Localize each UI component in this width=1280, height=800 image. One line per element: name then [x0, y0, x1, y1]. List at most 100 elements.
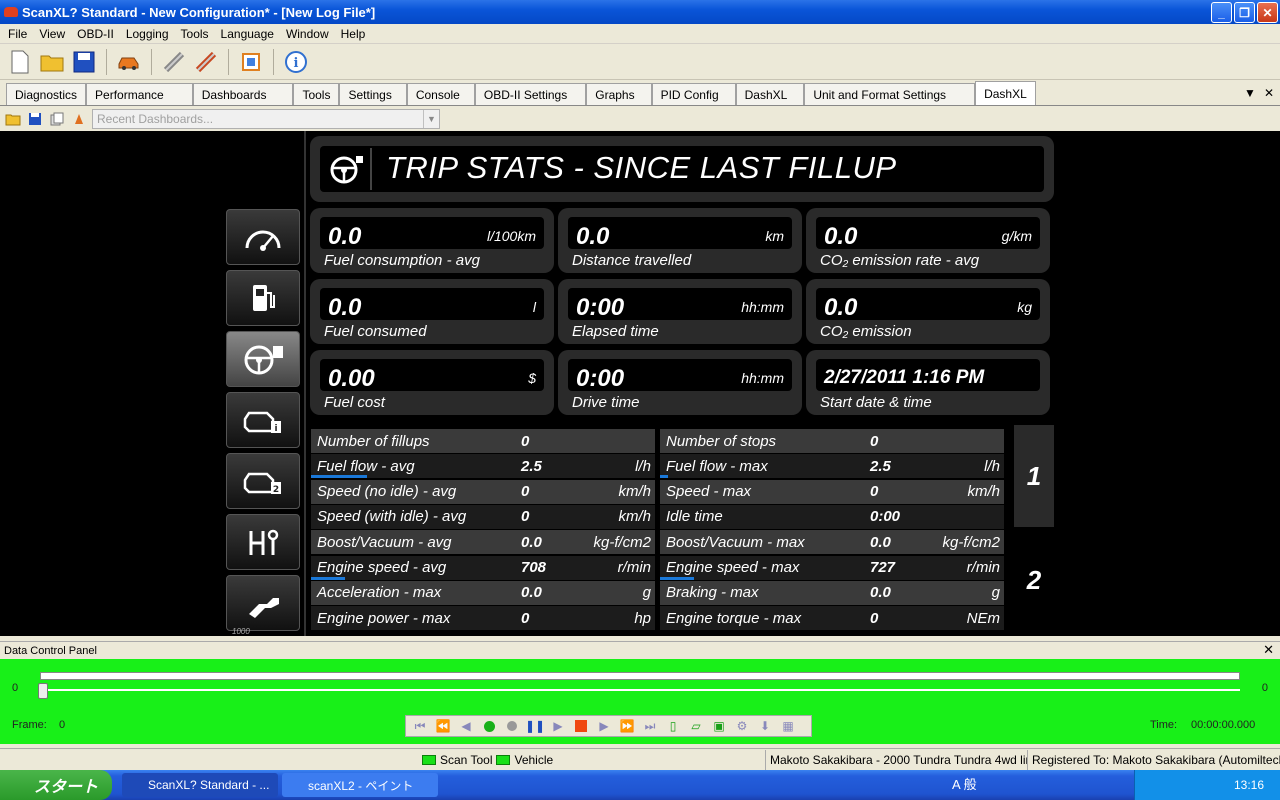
sidebar-engine-2-button[interactable]: 2 [226, 453, 300, 509]
taskbar-item-paint[interactable]: scanXL2 - ペイント [282, 773, 438, 797]
sidebar-gauge-button[interactable] [226, 209, 300, 265]
tab-obd2-settings[interactable]: OBD-II Settings [474, 83, 587, 105]
tab-console[interactable]: Console [406, 83, 475, 105]
sidebar-nozzle-button[interactable] [226, 575, 300, 631]
info-icon[interactable]: i [282, 48, 310, 76]
tab-unit-format-settings[interactable]: Unit and Format Settings [804, 83, 976, 105]
tab-close-icon[interactable]: ✕ [1264, 86, 1274, 100]
tab-graphs[interactable]: Graphs [586, 83, 652, 105]
stat-box: 0.00 $ Fuel cost [310, 350, 554, 415]
right-table-row-indicator-bar [660, 475, 668, 479]
pause-icon[interactable]: ❚❚ [525, 717, 545, 735]
menu-help[interactable]: Help [335, 27, 372, 41]
fit-window-icon[interactable] [237, 48, 265, 76]
vehicle-info: Makoto Sakakibara - 2000 Tundra Tundra 4… [766, 749, 1028, 770]
toolbar-separator [228, 48, 229, 75]
left-table-row-value: 708 [521, 559, 547, 576]
record-green-icon[interactable] [479, 717, 499, 735]
left-table-row-value: 0 [521, 432, 530, 450]
tab-tools[interactable]: Tools [293, 83, 340, 105]
recent-dashboards-select[interactable]: Recent Dashboards... ▼ [92, 109, 440, 129]
page-1-button[interactable]: 1 [1014, 425, 1054, 527]
connect-icon[interactable] [160, 48, 188, 76]
restore-button[interactable]: ❐ [1234, 2, 1255, 23]
stat-value-field: 0:00 hh:mm [568, 288, 792, 321]
tab-controls: ▼ ✕ [1244, 86, 1274, 100]
left-table-row-label: Speed (no idle) - avg [317, 483, 457, 501]
right-table-row-label: Fuel flow - max [666, 457, 768, 475]
tab-dashxl-active[interactable]: DashXL [975, 81, 1036, 105]
export-log-icon[interactable]: ⬇ [755, 717, 775, 735]
clock[interactable]: 13:16 [1234, 778, 1264, 792]
stat-value: 0.0 [824, 294, 858, 321]
new-log-icon[interactable]: ▯ [663, 717, 683, 735]
menu-tools[interactable]: Tools [175, 27, 215, 41]
sidebar-fuel-button[interactable] [226, 270, 300, 326]
tab-dashboards[interactable]: Dashboards [192, 83, 294, 105]
tab-diagnostics[interactable]: Diagnostics [6, 83, 87, 105]
record-icon[interactable] [502, 717, 522, 735]
fast-rewind-icon[interactable]: ⏪ [433, 717, 453, 735]
tab-performance[interactable]: Performance [86, 83, 193, 105]
menu-file[interactable]: File [2, 27, 33, 41]
grid-icon[interactable]: ▦ [778, 717, 798, 735]
right-table-row-value: 0.0 [870, 584, 891, 602]
close-icon[interactable]: ✕ [1263, 642, 1274, 658]
taskbar-item-scanxl[interactable]: ScanXL? Standard - ... [122, 773, 278, 797]
frame-label: Frame: [12, 719, 47, 731]
left-table-row-value: 2.5 [521, 457, 542, 475]
copy-dashboard-icon[interactable] [48, 110, 66, 128]
open-dashboard-icon[interactable] [4, 110, 22, 128]
minimize-button[interactable]: _ [1211, 2, 1232, 23]
disconnect-icon[interactable] [192, 48, 220, 76]
tab-settings[interactable]: Settings [339, 83, 407, 105]
range-track[interactable] [40, 672, 1240, 680]
log-settings-icon[interactable]: ⚙ [732, 717, 752, 735]
chevron-down-icon[interactable]: ▼ [423, 110, 439, 128]
sidebar-engine-info-button[interactable]: i [226, 392, 300, 448]
stop-icon[interactable] [571, 717, 591, 735]
position-slider-thumb[interactable] [38, 683, 48, 699]
menu-view[interactable]: View [33, 27, 71, 41]
open-folder-icon[interactable] [38, 48, 66, 76]
fast-forward-icon[interactable]: ⏩ [617, 717, 637, 735]
vehicle-icon[interactable] [115, 48, 143, 76]
skip-end-icon[interactable]: ⏭ [640, 717, 660, 735]
page-2-button[interactable]: 2 [1014, 529, 1054, 631]
taskbar-item-scanxl-label: ScanXL? Standard - ... [148, 778, 270, 792]
left-table-row-unit: km/h [618, 508, 651, 526]
left-table-row: Fuel flow - avg 2.5 l/h [311, 454, 655, 479]
tab-dashxl[interactable]: DashXL [735, 83, 805, 105]
menu-language[interactable]: Language [215, 27, 280, 41]
scan-tool-label: Scan Tool [440, 752, 493, 767]
menu-logging[interactable]: Logging [120, 27, 175, 41]
stat-value-field: 0:00 hh:mm [568, 359, 792, 392]
tab-pid-config[interactable]: PID Config [651, 83, 736, 105]
fuel-pump-icon [253, 285, 275, 311]
stat-box: 2/27/2011 1:16 PM Start date & time [806, 350, 1050, 415]
menu-window[interactable]: Window [280, 27, 335, 41]
stat-unit: hh:mm [741, 299, 784, 315]
step-forward-icon[interactable]: ▶ [594, 717, 614, 735]
menu-obd2[interactable]: OBD-II [71, 27, 120, 41]
sidebar-gear-button[interactable] [226, 514, 300, 570]
open-log-icon[interactable]: ▱ [686, 717, 706, 735]
skip-start-icon[interactable]: ⏮ [410, 717, 430, 735]
trip-header-panel: TRIP STATS - SINCE LAST FILLUP [310, 136, 1054, 202]
save-log-icon[interactable]: ▣ [709, 717, 729, 735]
left-table-row-indicator-bar [311, 475, 367, 479]
stat-unit: km [765, 228, 784, 244]
save-icon[interactable] [70, 48, 98, 76]
sidebar-trip-button[interactable] [226, 331, 300, 387]
step-back-icon[interactable]: ◀ [456, 717, 476, 735]
new-file-icon[interactable] [6, 48, 34, 76]
play-icon[interactable]: ▶ [548, 717, 568, 735]
ime-indicator[interactable]: A 般 [952, 774, 977, 793]
close-button[interactable]: ✕ [1257, 2, 1278, 23]
dashboard-settings-icon[interactable] [70, 110, 88, 128]
start-button[interactable]: スタート [0, 770, 112, 800]
save-dashboard-icon[interactable] [26, 110, 44, 128]
left-table-row-unit: kg-f/cm2 [593, 533, 651, 551]
tab-list-icon[interactable]: ▼ [1244, 86, 1256, 100]
page-2-label: 2 [1026, 564, 1042, 595]
